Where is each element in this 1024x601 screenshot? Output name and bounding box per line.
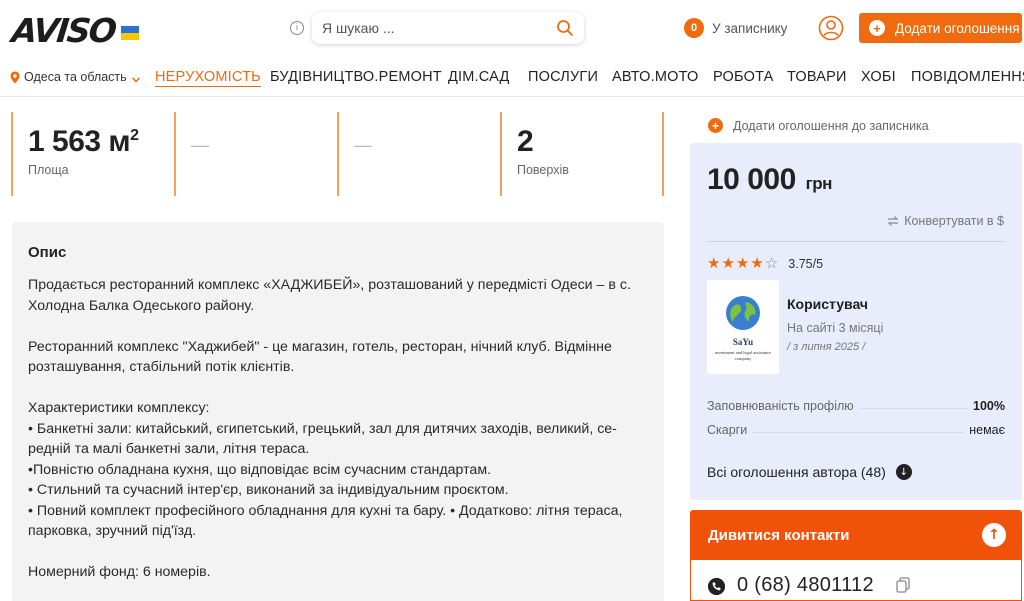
nav-item-messages[interactable]: ПОВІДОМЛЕННЯ <box>911 69 1024 85</box>
seller-avatar[interactable]: SaYu investment and legal assistance com… <box>707 280 779 374</box>
stat-floors-label: Поверхів <box>517 163 569 177</box>
star-filled-icon: ★ <box>707 254 721 272</box>
convert-currency-link[interactable]: Конвертувати в $ <box>887 214 1004 228</box>
add-listing-label: Додати оголошення <box>895 20 1020 36</box>
logo[interactable]: AVISO <box>9 10 139 50</box>
seller-name[interactable]: Користувач <box>787 296 868 312</box>
header: AVISO i 0 У записнику + Додати оголошенн… <box>0 0 1024 60</box>
add-to-notepad-link[interactable]: + Додати оголошення до записника <box>708 118 929 133</box>
description-panel: Опис Продається ресторанний комплекс «ХА… <box>12 222 664 601</box>
all-author-ads-link[interactable]: Всі оголошення автора (48) ↓ <box>707 464 912 480</box>
nav-item-jobs[interactable]: РОБОТА <box>713 69 774 85</box>
nav-item-goods[interactable]: ТОВАРИ <box>787 69 847 85</box>
feature-item: • Банкетні зали: китайський, єгипетський… <box>28 420 617 458</box>
profile-completeness-label: Заповнюваність профілю <box>707 399 854 413</box>
nav-item-services[interactable]: ПОСЛУГИ <box>528 69 598 85</box>
rating-value: 3.75/5 <box>788 256 824 271</box>
phone-box: 0 (68) 4801112 <box>690 560 1022 601</box>
exchange-arrows-icon <box>887 215 899 227</box>
feature-item: •Повністю обладнана кухня, що відповідає… <box>28 461 492 478</box>
nav-divider <box>0 96 1024 97</box>
notepad-link[interactable]: 0 У записнику <box>684 18 787 38</box>
star-filled-icon: ★ <box>750 254 764 272</box>
profile-completeness-row: Заповнюваність профілю 100% <box>707 399 1005 413</box>
stat-divider <box>174 112 176 196</box>
view-contacts-button[interactable]: Дивитися контакти ↑ <box>690 510 1022 560</box>
info-icon[interactable]: i <box>290 21 304 35</box>
price: 10 000 грн <box>707 163 832 196</box>
convert-label: Конвертувати в $ <box>904 214 1004 228</box>
search-input[interactable] <box>322 20 556 36</box>
nav-item-real-estate[interactable]: НЕРУХОМІСТЬ <box>155 69 261 87</box>
location-pin-icon <box>10 71 20 84</box>
stat-area-value: 1 563 м2 <box>28 125 139 158</box>
stat-empty-2: — <box>337 112 487 196</box>
description-title: Опис <box>28 244 67 261</box>
stat-divider <box>500 112 502 196</box>
rating-stars: ★ ★ ★ ★ ☆ 3.75/5 <box>707 256 823 271</box>
stat-floors-value: 2 <box>517 125 534 158</box>
user-profile-icon[interactable] <box>818 15 844 41</box>
card-divider <box>707 241 1005 242</box>
complaints-value: немає <box>969 423 1005 437</box>
stat-divider <box>337 112 339 196</box>
search-box[interactable] <box>312 12 584 44</box>
stat-area: 1 563 м2 Площа <box>11 112 161 196</box>
chevron-down-icon <box>131 73 141 83</box>
dotted-leader <box>753 423 964 433</box>
region-selector[interactable]: Одеса та область <box>10 70 141 84</box>
plus-icon: + <box>869 20 885 36</box>
seller-card: 10 000 грн Конвертувати в $ ★ ★ ★ ★ ☆ 3.… <box>690 143 1022 500</box>
view-contacts-label: Дивитися контакти <box>708 526 850 544</box>
globe-logo-icon <box>724 294 762 332</box>
nav-item-auto[interactable]: АВТО.МОТО <box>612 69 699 85</box>
stat-divider-end <box>662 112 664 196</box>
nav-item-construction[interactable]: БУДІВНИЦТВО.РЕМОНТ <box>270 69 442 85</box>
star-filled-icon: ★ <box>721 254 735 272</box>
stat-divider <box>11 112 13 196</box>
star-filled-icon: ★ <box>735 254 750 272</box>
add-to-notepad-label: Додати оголошення до записника <box>733 118 929 133</box>
plus-icon: + <box>708 118 723 133</box>
complaints-label: Скарги <box>707 423 748 437</box>
ukraine-flag-icon <box>120 26 139 40</box>
stat-empty-value: — <box>191 135 209 155</box>
profile-completeness-value: 100% <box>973 399 1005 413</box>
category-nav: Одеса та область НЕРУХОМІСТЬ БУДІВНИЦТВО… <box>0 60 1024 96</box>
rooms-info: Номерний фонд: 6 номерів. <box>28 564 211 580</box>
stat-empty-1: — <box>174 112 324 196</box>
all-author-ads-label: Всі оголошення автора (48) <box>707 464 886 480</box>
star-empty-icon: ☆ <box>764 254 779 272</box>
stat-empty-value: — <box>354 135 372 155</box>
description-paragraph: Ресторанний комплекс "Хаджибей" - це маг… <box>28 338 612 376</box>
phone-number[interactable]: 0 (68) 4801112 <box>737 574 874 597</box>
phone-icon <box>708 578 725 595</box>
region-label: Одеса та область <box>24 70 127 84</box>
nav-item-home-garden[interactable]: ДІМ.САД <box>448 69 509 85</box>
nav-item-hobby[interactable]: ХОБІ <box>861 69 896 85</box>
stat-floors: 2 Поверхів <box>500 112 664 196</box>
arrow-up-icon: ↑ <box>982 523 1006 547</box>
notepad-label: У записнику <box>712 20 788 36</box>
logo-text: AVISO <box>9 10 118 50</box>
complaints-row: Скарги немає <box>707 423 1005 437</box>
avatar-company-tagline: investment and legal assistance company <box>714 350 772 361</box>
arrow-down-icon: ↓ <box>895 464 912 480</box>
seller-date: / з липня 2025 / <box>787 341 866 353</box>
dotted-leader <box>859 399 968 409</box>
description-paragraph: Продається ресторанний комплекс «ХАДЖИБЕ… <box>28 277 631 314</box>
feature-item: • Повний комплект професійного обладнанн… <box>28 502 623 540</box>
description-body: Продається ресторанний комплекс «ХАДЖИБЕ… <box>28 275 648 583</box>
add-listing-button[interactable]: + Додати оголошення <box>859 13 1022 43</box>
seller-since: На сайті 3 місяці <box>787 321 884 335</box>
copy-icon[interactable] <box>896 577 910 593</box>
avatar-company-name: SaYu <box>732 337 754 347</box>
features-title: Характеристики комплексу: <box>28 400 210 416</box>
search-icon[interactable] <box>556 19 574 37</box>
stat-area-label: Площа <box>28 163 69 177</box>
feature-item: • Стильний та сучасний інтер'єр, виконан… <box>28 482 509 498</box>
notepad-count-badge: 0 <box>684 18 704 38</box>
